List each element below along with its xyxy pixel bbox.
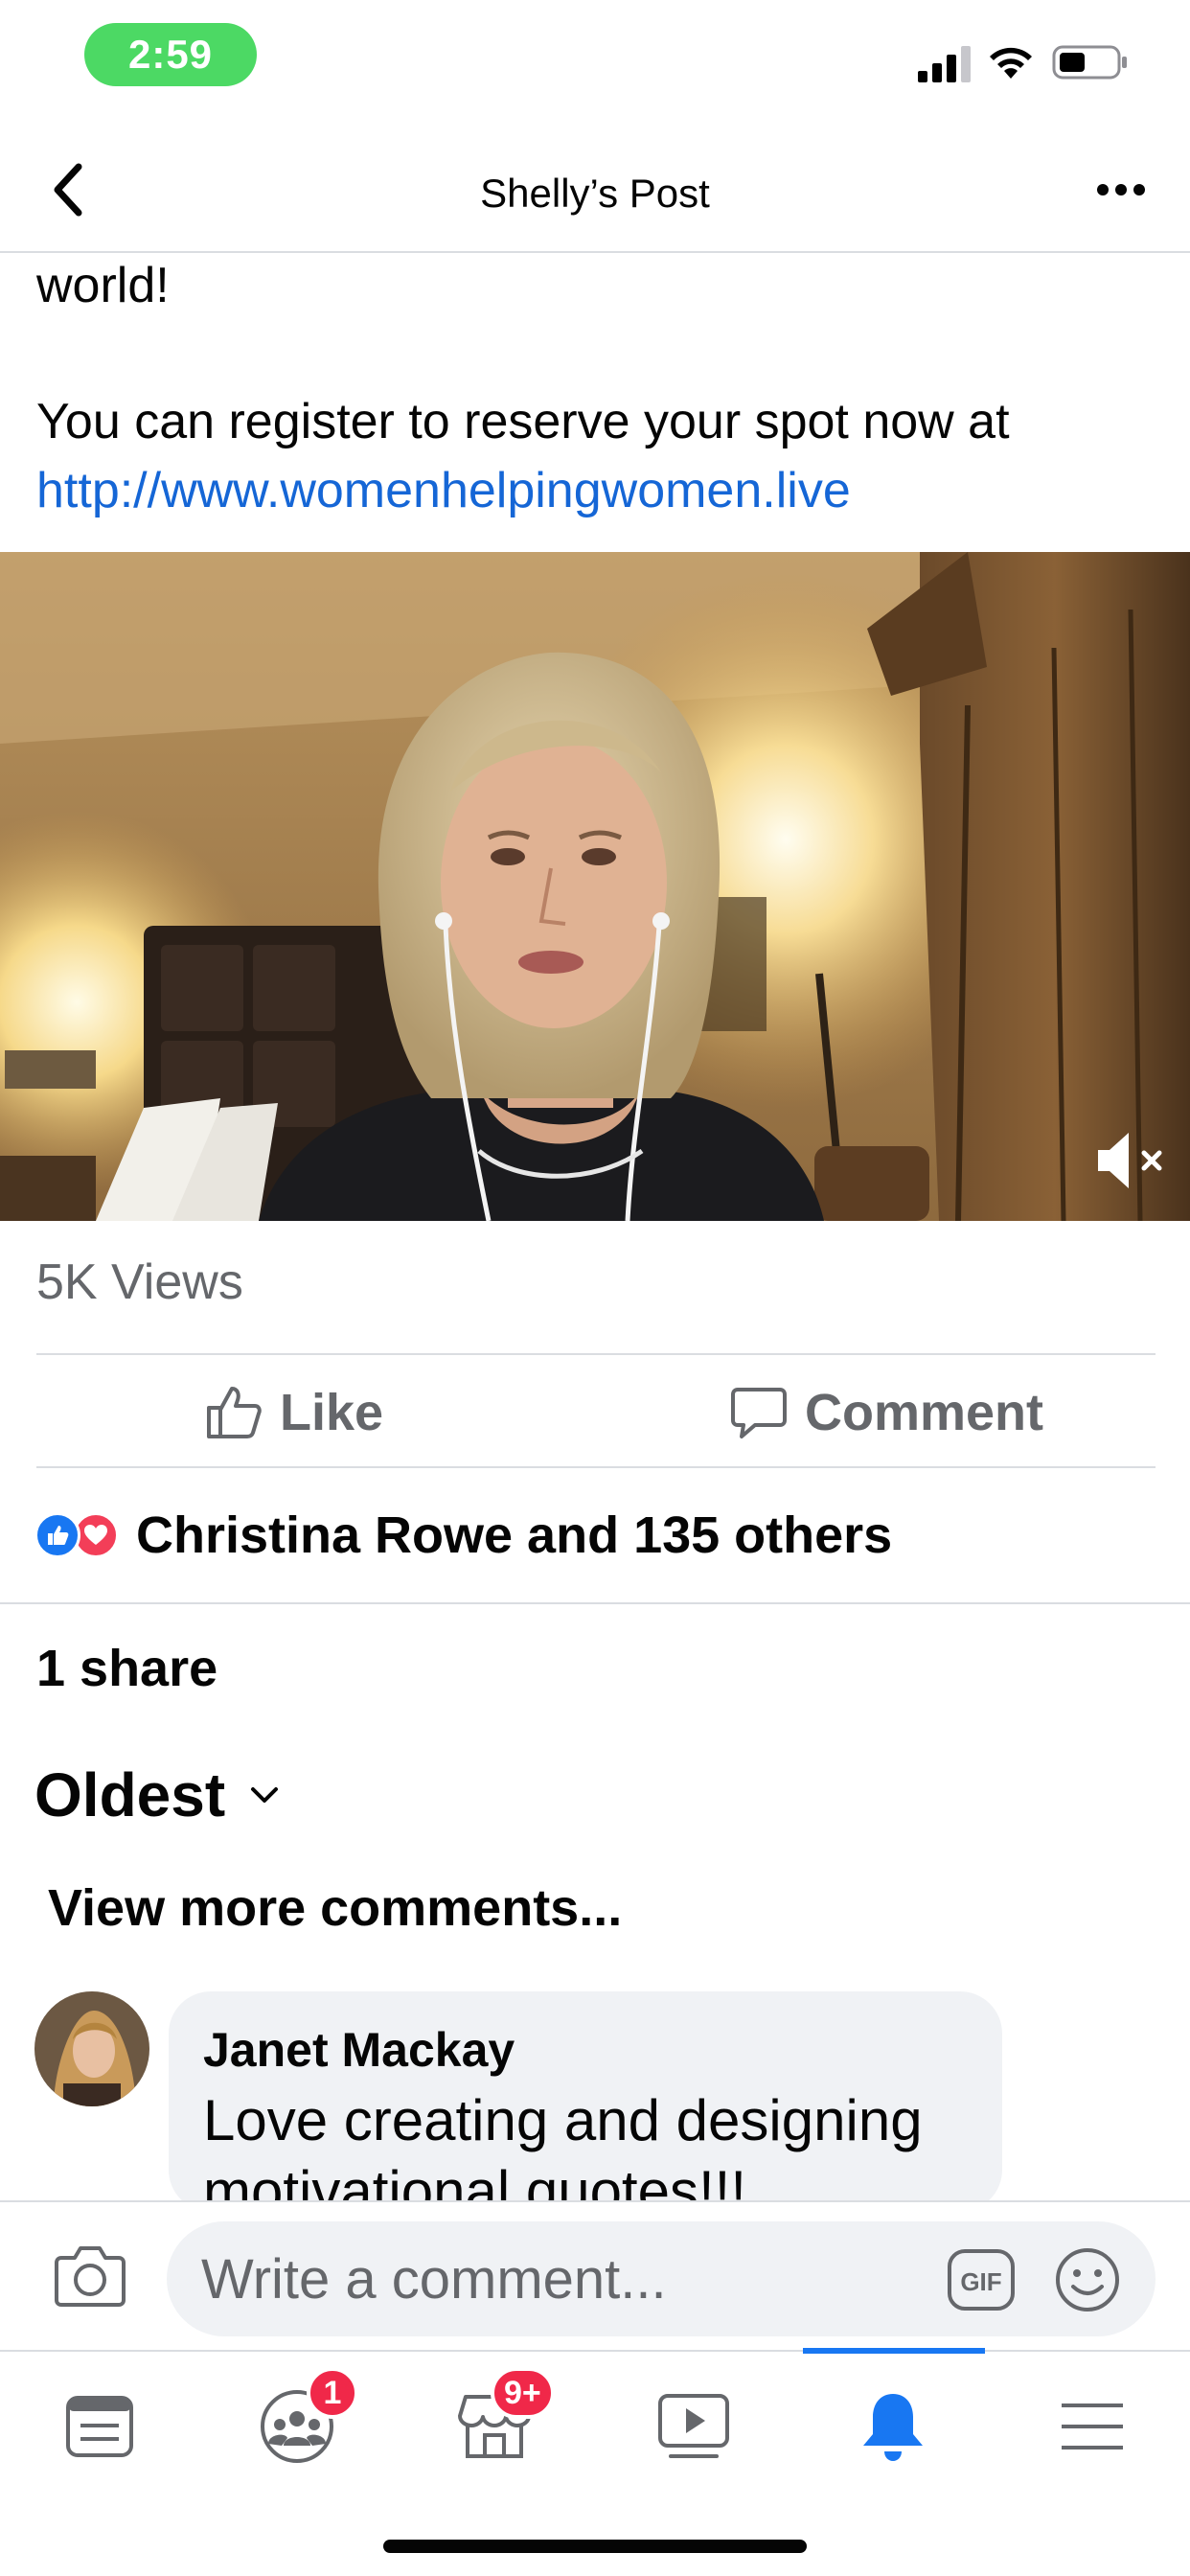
tab-news-feed[interactable] [42,2379,157,2474]
like-label: Like [280,1384,384,1441]
tab-menu[interactable] [1035,2379,1150,2474]
battery-icon [1052,45,1127,80]
view-more-comments-link[interactable]: View more comments... [48,1878,622,1938]
post-header: Shelly’s Post [0,125,1190,253]
like-reaction-icon [34,1512,80,1558]
gif-button[interactable]: GIF [947,2248,1016,2312]
comment-button[interactable]: Comment [730,1374,1043,1451]
post-link[interactable]: http://www.womenhelpingwomen.live [36,456,1157,525]
tab-notifications[interactable] [835,2379,950,2474]
share-count[interactable]: 1 share [36,1639,217,1698]
news-feed-icon [66,2396,133,2457]
marketplace-notification-badge: 9+ [491,2367,555,2419]
gif-icon: GIF [948,2249,1015,2311]
reactions-summary[interactable]: Christina Rowe and 135 others [34,1501,892,1570]
camera-icon[interactable] [54,2242,126,2308]
avatar[interactable] [34,1991,149,2106]
wifi-icon [990,47,1032,79]
groups-notification-badge: 1 [307,2367,358,2419]
post-text-line: world! [36,258,170,313]
divider [36,1466,1156,1468]
more-dots-icon [1097,184,1145,196]
muted-volume-icon[interactable] [1096,1129,1169,1192]
bell-icon [863,2394,923,2461]
more-options-button[interactable] [1083,167,1159,213]
avatar-image [34,1991,149,2106]
post-body: world! You can register to reserve your … [36,251,1157,525]
active-tab-indicator [803,2348,985,2354]
divider [36,1353,1156,1355]
comment-label: Comment [805,1384,1044,1441]
comment-text: Love creating and designing motivational… [203,2088,923,2212]
home-indicator[interactable] [383,2540,807,2553]
comment-author[interactable]: Janet Mackay [203,2020,968,2080]
video-frame [0,552,1190,1221]
comment-sort-dropdown[interactable]: Oldest [34,1760,279,1830]
comment-bubble-icon [731,1388,787,1438]
comment-composer: GIF [0,2200,1190,2350]
post-video[interactable] [0,552,1190,1221]
gif-label: GIF [960,2267,1001,2296]
post-text-line: You can register to reserve your spot no… [36,394,1010,449]
divider [0,1602,1190,1604]
cellular-signal-icon [918,46,971,82]
chevron-down-icon [251,1787,279,1803]
status-time[interactable]: 2:59 [84,23,257,86]
tab-groups[interactable]: 1 [240,2367,358,2474]
status-bar: 2:59 [0,0,1190,125]
tab-marketplace[interactable]: 9+ [437,2367,555,2474]
tab-watch[interactable] [636,2379,751,2474]
emoji-icon[interactable] [1054,2246,1121,2313]
view-count: 5K Views [36,1254,243,1310]
like-button[interactable]: Like [205,1374,383,1451]
watch-video-icon [658,2394,729,2458]
comment-bubble[interactable]: Janet Mackay Love creating and designing… [169,1991,1002,2212]
thumbs-up-icon [207,1387,262,1438]
hamburger-menu-icon [1062,2404,1123,2450]
page-title: Shelly’s Post [480,171,710,216]
sort-label: Oldest [34,1760,226,1829]
reactions-text: Christina Rowe and 135 others [136,1506,893,1564]
